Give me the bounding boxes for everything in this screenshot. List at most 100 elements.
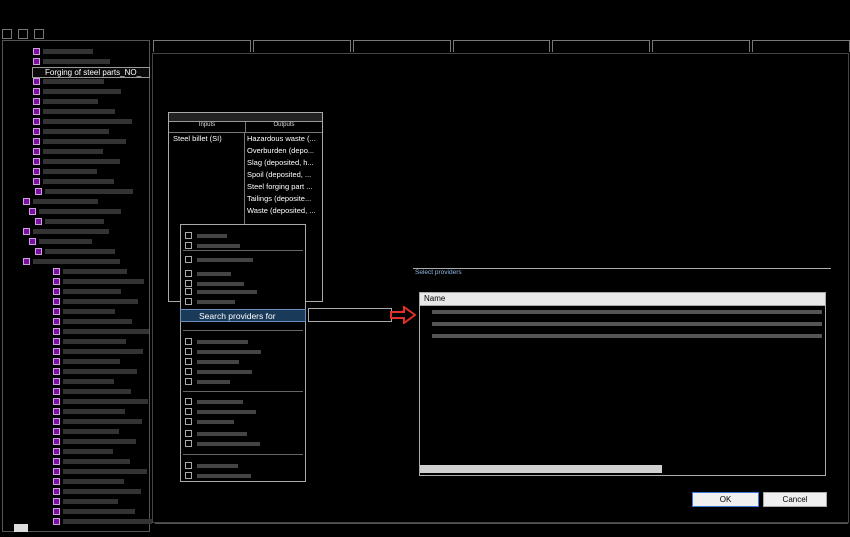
tree-item[interactable] [53, 367, 137, 376]
menu-item[interactable] [185, 439, 260, 448]
menu-item[interactable] [185, 347, 261, 356]
tree-item[interactable] [33, 147, 103, 156]
output-flow[interactable]: Steel forging part ... [247, 181, 322, 193]
tree-item[interactable] [35, 247, 115, 256]
output-flow[interactable]: Waste (deposited, ... [247, 205, 322, 217]
tree-item[interactable] [53, 437, 136, 446]
tree-item[interactable] [53, 277, 144, 286]
menu-item[interactable] [185, 287, 257, 296]
horizontal-scrollbar[interactable] [14, 524, 28, 532]
menu-item[interactable] [185, 429, 247, 438]
tree-item[interactable] [53, 387, 131, 396]
tree-item[interactable] [53, 337, 126, 346]
tree-item[interactable] [29, 237, 92, 246]
editor-tab[interactable] [252, 40, 351, 52]
tree-item[interactable] [33, 97, 98, 106]
process-icon [33, 78, 40, 85]
search-icon[interactable] [34, 29, 45, 39]
menu-item[interactable] [185, 461, 238, 470]
output-flow[interactable]: Slag (deposited, h... [247, 157, 322, 169]
tree-item[interactable] [35, 217, 104, 226]
tree-item[interactable] [53, 287, 121, 296]
menu-item[interactable] [185, 377, 230, 386]
output-flow[interactable]: Hazardous waste (... [247, 133, 322, 145]
tree-item[interactable] [53, 517, 152, 526]
tree-item[interactable] [53, 297, 138, 306]
editor-tab[interactable] [652, 40, 751, 52]
name-column-header[interactable]: Name [420, 293, 825, 306]
output-flow[interactable]: Overburden (depo... [247, 145, 322, 157]
tree-item[interactable] [23, 197, 98, 206]
submenu[interactable] [308, 308, 392, 322]
tree-item[interactable] [33, 127, 109, 136]
process-icon [53, 338, 60, 345]
menu-item[interactable] [185, 357, 239, 366]
cancel-button[interactable]: Cancel [763, 492, 827, 507]
tree-item[interactable] [33, 57, 110, 66]
tree-item[interactable] [53, 497, 118, 506]
tree-item[interactable] [23, 227, 109, 236]
tree-item[interactable] [53, 427, 119, 436]
tree-item[interactable] [33, 157, 120, 166]
menu-item[interactable] [185, 269, 231, 278]
output-flow[interactable]: Tailings (deposite... [247, 193, 322, 205]
menu-item[interactable] [185, 297, 235, 306]
input-flow[interactable]: Steel billet (SI) [173, 133, 244, 145]
menu-item[interactable] [185, 417, 234, 426]
tree-item[interactable] [53, 467, 147, 476]
table-row[interactable] [420, 318, 825, 330]
table-row[interactable] [420, 306, 825, 318]
editor-tab[interactable] [752, 40, 850, 52]
menu-item[interactable] [185, 241, 240, 250]
tree-item[interactable] [53, 317, 132, 326]
tree-item[interactable] [53, 477, 124, 486]
menu-item[interactable] [185, 367, 252, 376]
editor-tab[interactable] [352, 40, 451, 52]
tree-item[interactable] [35, 187, 133, 196]
tree-item[interactable] [53, 407, 125, 416]
tree-item[interactable] [33, 87, 121, 96]
tree-item[interactable] [53, 417, 142, 426]
tree-item[interactable] [53, 347, 143, 356]
tree-item[interactable] [53, 327, 149, 336]
process-node-title [169, 113, 322, 122]
output-flow[interactable]: Spoil (deposited, ... [247, 169, 322, 181]
tree-item[interactable] [23, 257, 120, 266]
tree-item[interactable] [53, 457, 130, 466]
save-icon[interactable] [18, 29, 29, 39]
tree-item-selected[interactable]: Forging of steel parts_NO_ [32, 67, 150, 78]
tree-item[interactable] [53, 267, 127, 276]
tree-item[interactable] [33, 137, 126, 146]
tree-item[interactable] [33, 47, 93, 56]
menu-item-icon [185, 472, 192, 479]
tree-item[interactable] [33, 167, 97, 176]
table-row[interactable] [420, 330, 825, 342]
menu-item[interactable] [185, 255, 253, 264]
ok-button[interactable]: OK [692, 492, 759, 507]
tree-item[interactable] [53, 507, 135, 516]
menu-item[interactable] [185, 471, 251, 480]
process-icon [53, 428, 60, 435]
menu-item-search-providers[interactable]: Search providers for [180, 309, 306, 322]
menu-item[interactable] [185, 407, 256, 416]
tree-item[interactable] [53, 307, 115, 316]
tree-item[interactable] [53, 487, 141, 496]
tree-item[interactable] [33, 117, 132, 126]
tree-item[interactable] [29, 207, 121, 216]
tree-item[interactable] [53, 377, 114, 386]
tree-item[interactable] [33, 77, 104, 86]
menu-item[interactable] [185, 337, 248, 346]
new-icon[interactable] [2, 29, 12, 39]
tree-item[interactable] [33, 177, 114, 186]
tree-item[interactable] [53, 447, 113, 456]
tree-item[interactable] [53, 397, 148, 406]
editor-tab[interactable] [153, 40, 251, 52]
tree-item[interactable] [53, 357, 120, 366]
menu-item-icon [185, 358, 192, 365]
table-horizontal-scrollbar[interactable] [420, 465, 662, 473]
tree-item[interactable] [33, 107, 115, 116]
menu-item[interactable] [185, 231, 227, 240]
editor-tab[interactable] [552, 40, 651, 52]
editor-tab[interactable] [452, 40, 551, 52]
menu-item[interactable] [185, 397, 243, 406]
